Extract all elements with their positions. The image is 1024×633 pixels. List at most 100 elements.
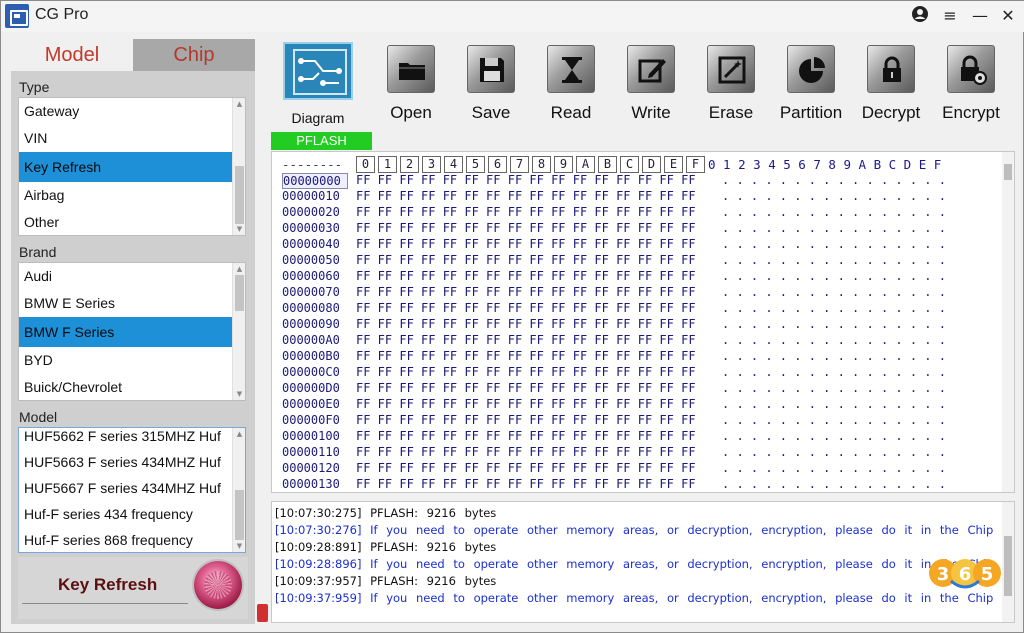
hex-column-header: B [598,156,617,173]
pencil-square-icon [627,45,675,93]
title-bar: CG Pro ≡ — ✕ [1,1,1024,32]
hex-bytes[interactable]: FF FF FF FF FF FF FF FF FF FF FF FF FF F… [356,189,696,203]
hex-bytes[interactable]: FF FF FF FF FF FF FF FF FF FF FF FF FF F… [356,173,696,187]
hex-bytes[interactable]: FF FF FF FF FF FF FF FF FF FF FF FF FF F… [356,301,696,315]
scroll-thumb[interactable] [235,490,244,540]
menu-icon[interactable]: ≡ [939,5,961,27]
hex-bytes[interactable]: FF FF FF FF FF FF FF FF FF FF FF FF FF F… [356,237,696,251]
scroll-down-icon[interactable]: ▼ [233,388,245,400]
model-scrollbar[interactable]: ▲ ▼ [232,428,245,552]
hex-bytes[interactable]: FF FF FF FF FF FF FF FF FF FF FF FF FF F… [356,429,696,443]
read-button[interactable]: Read [531,39,611,129]
tab-pflash[interactable]: PFLASH [271,132,372,150]
scroll-up-icon[interactable]: ▲ [233,263,245,275]
hex-bytes[interactable]: FF FF FF FF FF FF FF FF FF FF FF FF FF F… [356,269,696,283]
list-item[interactable]: Other [19,209,245,235]
hex-column-header: 1 [378,156,397,173]
scroll-thumb[interactable] [235,166,244,224]
brand-list[interactable]: Audi BMW E Series BMW F Series BYD Buick… [18,262,246,401]
log-panel[interactable]: [10:07:30:275] PFLASH: 9216 bytes [10:07:… [271,501,1015,623]
scroll-down-icon[interactable]: ▼ [233,540,245,552]
hex-ascii: . . . . . . . . . . . . . . . . [722,397,946,411]
hex-column-header: D [642,156,661,173]
save-button[interactable]: Save [451,39,531,129]
close-icon[interactable]: ✕ [997,5,1019,27]
open-button[interactable]: Open [371,39,451,129]
hex-address: 00000020 [282,205,340,219]
scroll-thumb[interactable] [235,275,244,311]
partition-button[interactable]: Partition [771,39,851,129]
list-item[interactable]: HUF5667 F series 434MHZ Huf [19,480,245,506]
brand-scrollbar[interactable]: ▲ ▼ [232,263,245,400]
hex-bytes[interactable]: FF FF FF FF FF FF FF FF FF FF FF FF FF F… [356,413,696,427]
tab-model[interactable]: Model [11,39,133,71]
hex-bytes[interactable]: FF FF FF FF FF FF FF FF FF FF FF FF FF F… [356,317,696,331]
floppy-disk-icon [467,45,515,93]
list-item[interactable]: BYD [19,347,245,374]
list-item[interactable]: Audi [19,263,245,290]
hex-bytes[interactable]: FF FF FF FF FF FF FF FF FF FF FF FF FF F… [356,445,696,459]
type-label: Type [19,79,50,95]
list-item-selected[interactable]: BMW F Series [19,317,245,347]
hex-address: 000000B0 [282,349,340,363]
decrypt-button[interactable]: Decrypt [851,39,931,129]
log-line: [10:09:28:891] PFLASH: 9216 bytes [275,540,497,554]
hex-address: 000000D0 [282,381,340,395]
list-item[interactable]: Huf-F series 868 frequency [19,532,245,552]
watermark-logo: 3 6 5 [913,551,1009,611]
hex-editor[interactable]: -------- 0123456789ABCDEF 0 1 2 3 4 5 6 … [271,151,1015,493]
hex-address: 00000110 [282,445,340,459]
scroll-down-icon[interactable]: ▼ [233,223,245,235]
list-item[interactable]: HUF5663 F series 434MHZ Huf [19,454,245,480]
hex-bytes[interactable]: FF FF FF FF FF FF FF FF FF FF FF FF FF F… [356,253,696,267]
scroll-thumb[interactable] [1004,164,1012,180]
list-item[interactable]: HUF5662 F series 315MHZ Huf [19,428,245,454]
list-item[interactable]: Airbag [19,182,245,209]
user-account-icon[interactable] [909,5,931,27]
hex-bytes[interactable]: FF FF FF FF FF FF FF FF FF FF FF FF FF F… [356,397,696,411]
diagram-button[interactable]: Diagram [263,39,373,129]
log-line: [10:09:28:896] If you need to operate ot… [275,557,1015,571]
hex-bytes[interactable]: FF FF FF FF FF FF FF FF FF FF FF FF FF F… [356,205,696,219]
write-button[interactable]: Write [611,39,691,129]
list-item[interactable]: Gateway [19,98,245,125]
encrypt-button[interactable]: Encrypt [931,39,1011,129]
model-list[interactable]: HUF5662 F series 315MHZ Huf HUF5663 F se… [18,427,246,553]
hex-address: 00000030 [282,221,340,235]
start-knob-button[interactable] [194,561,242,609]
list-item[interactable]: VIN [19,125,245,152]
hex-header-dashes: -------- [282,157,343,172]
list-item[interactable]: Huf-F series 434 frequency [19,506,245,532]
hex-bytes[interactable]: FF FF FF FF FF FF FF FF FF FF FF FF FF F… [356,381,696,395]
hex-bytes[interactable]: FF FF FF FF FF FF FF FF FF FF FF FF FF F… [356,365,696,379]
hex-bytes[interactable]: FF FF FF FF FF FF FF FF FF FF FF FF FF F… [356,477,696,491]
hex-bytes[interactable]: FF FF FF FF FF FF FF FF FF FF FF FF FF F… [356,461,696,475]
open-label: Open [390,103,432,122]
erase-button[interactable]: Erase [691,39,771,129]
hex-address: 00000100 [282,429,340,443]
hex-ascii: . . . . . . . . . . . . . . . . [722,253,946,267]
hex-bytes[interactable]: FF FF FF FF FF FF FF FF FF FF FF FF FF F… [356,221,696,235]
hex-bytes[interactable]: FF FF FF FF FF FF FF FF FF FF FF FF FF F… [356,333,696,347]
hex-bytes[interactable]: FF FF FF FF FF FF FF FF FF FF FF FF FF F… [356,349,696,363]
app-chip-icon [5,4,29,28]
scroll-up-icon[interactable]: ▲ [233,428,245,440]
hex-address: 00000090 [282,317,340,331]
hex-scrollbar[interactable] [1002,152,1014,492]
log-line: [10:09:37:957] PFLASH: 9216 bytes [275,574,497,588]
partition-label: Partition [779,103,843,122]
minimize-icon[interactable]: — [969,5,991,27]
tab-chip[interactable]: Chip [133,39,255,71]
hex-ascii: . . . . . . . . . . . . . . . . [722,461,946,475]
type-scrollbar[interactable]: ▲ ▼ [232,98,245,235]
scroll-up-icon[interactable]: ▲ [233,98,245,110]
type-list[interactable]: Gateway VIN Key Refresh Airbag Other ▲ ▼ [18,97,246,236]
hex-address: 00000040 [282,237,340,251]
list-item[interactable]: Buick/Chevrolet [19,374,245,400]
list-item[interactable]: BMW E Series [19,290,245,317]
save-label: Save [471,103,511,122]
list-item-selected[interactable]: Key Refresh [19,152,245,182]
hex-address: 00000080 [282,301,340,315]
hex-bytes[interactable]: FF FF FF FF FF FF FF FF FF FF FF FF FF F… [356,285,696,299]
svg-text:6: 6 [959,564,972,585]
